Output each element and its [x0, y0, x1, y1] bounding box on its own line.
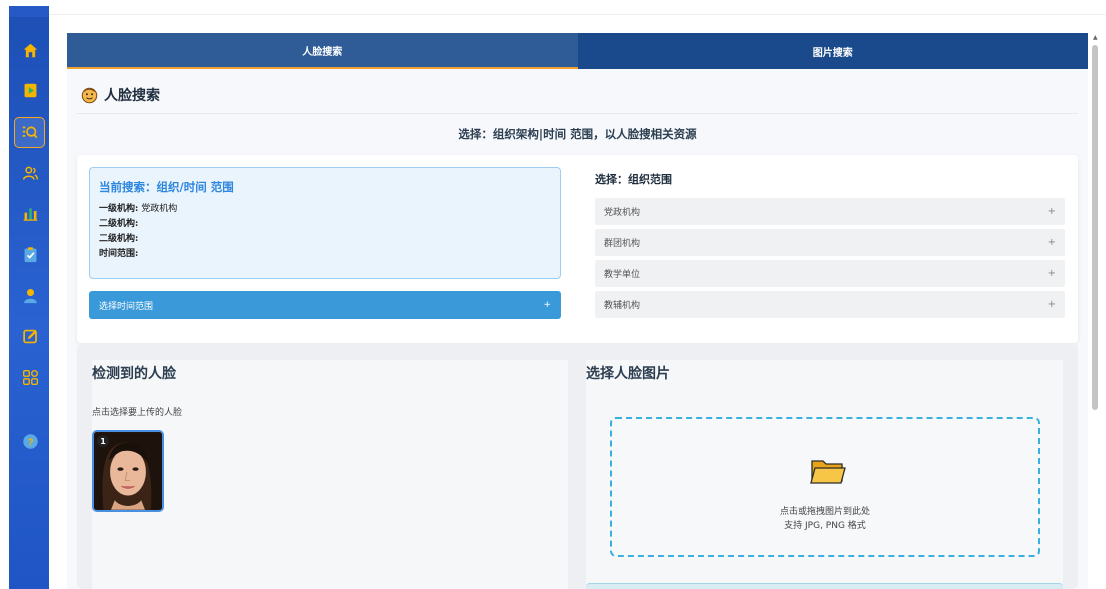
- tab-face-search[interactable]: 人脸搜索: [67, 33, 578, 69]
- tab-bar: 人脸搜索 图片搜索: [67, 33, 1088, 69]
- top-divider: [49, 14, 1106, 15]
- select-time-range-label: 选择时间范围: [99, 301, 154, 312]
- org-list: 党政机构 + 群团机构 + 教学单位 + 教辅机构 +: [595, 198, 1065, 322]
- face-upload-card: 检测到的人脸 点击选择要上传的人脸 1 选择人脸图片 点击或拖拽图片到此处 支持…: [77, 343, 1078, 589]
- user-icon[interactable]: [21, 286, 39, 304]
- current-search-title: 当前搜索：组织/时间 范围: [99, 180, 234, 194]
- help-icon[interactable]: ?: [21, 432, 39, 450]
- field-label: 时间范围:: [99, 249, 139, 259]
- bar-chart-icon[interactable]: [21, 204, 39, 222]
- select-time-range-button[interactable]: 选择时间范围 +: [89, 291, 561, 319]
- detected-faces-title: 检测到的人脸: [92, 366, 176, 382]
- page-title-text: 人脸搜索: [104, 88, 160, 104]
- svg-text:?: ?: [27, 437, 33, 448]
- current-search-box: 当前搜索：组织/时间 范围 一级机构: 党政机构 二级机构: 二级机构: 时间范…: [89, 167, 561, 279]
- field-level2-b: 二级机构:: [99, 232, 551, 247]
- expand-plus-icon: +: [1047, 268, 1056, 279]
- folder-icon: [810, 460, 846, 484]
- field-level2: 二级机构:: [99, 217, 551, 232]
- scrollbar-thumb[interactable]: [1092, 45, 1098, 410]
- video-play-icon[interactable]: [21, 81, 39, 99]
- org-item-teaching-unit[interactable]: 教学单位 +: [595, 260, 1065, 287]
- sidebar: ?: [9, 6, 49, 589]
- field-label: 一级机构:: [99, 204, 139, 214]
- dropzone-line2: 支持 JPG, PNG 格式: [784, 521, 866, 531]
- edit-icon[interactable]: [21, 327, 39, 345]
- org-select-title: 选择：组织范围: [595, 173, 672, 186]
- org-item-label: 党政机构: [604, 208, 641, 218]
- detected-faces-panel: 检测到的人脸 点击选择要上传的人脸 1: [92, 360, 568, 589]
- apps-grid-icon[interactable]: [21, 368, 39, 386]
- users-icon[interactable]: [21, 164, 39, 182]
- org-item-label: 教辅机构: [604, 301, 641, 311]
- org-item-mass-org[interactable]: 群团机构 +: [595, 229, 1065, 256]
- instruction-text: 选择：组织架构|时间 范围，以人脸搜相关资源: [458, 127, 697, 141]
- image-dropzone[interactable]: 点击或拖拽图片到此处 支持 JPG, PNG 格式: [610, 417, 1040, 557]
- field-time-range: 时间范围:: [99, 247, 551, 262]
- upload-title: 选择人脸图片: [586, 366, 670, 382]
- field-value: 党政机构: [141, 204, 178, 214]
- page-title: 人脸搜索: [81, 85, 160, 105]
- field-level1: 一级机构: 党政机构: [99, 202, 551, 217]
- org-item-teaching-support[interactable]: 教辅机构 +: [595, 291, 1065, 318]
- org-item-label: 教学单位: [604, 270, 641, 280]
- detected-faces-hint: 点击选择要上传的人脸: [92, 408, 183, 418]
- tab-image-search[interactable]: 图片搜索: [577, 33, 1088, 69]
- title-divider: [77, 113, 1078, 114]
- home-icon[interactable]: [21, 41, 39, 59]
- scroll-up-arrow-icon[interactable]: ▲: [1093, 34, 1098, 41]
- expand-plus-icon: +: [1047, 206, 1056, 217]
- org-item-party-gov[interactable]: 党政机构 +: [595, 198, 1065, 225]
- dropzone-line1: 点击或拖拽图片到此处: [779, 507, 870, 517]
- upload-panel: 选择人脸图片 点击或拖拽图片到此处 支持 JPG, PNG 格式: [586, 360, 1063, 589]
- face-index-badge: 1: [97, 435, 109, 447]
- expand-plus-icon: +: [1047, 299, 1056, 310]
- face-search-icon[interactable]: [14, 117, 45, 148]
- face-thumbnail[interactable]: 1: [92, 430, 164, 512]
- filter-card: 当前搜索：组织/时间 范围 一级机构: 党政机构 二级机构: 二级机构: 时间范…: [77, 155, 1078, 343]
- dropzone-text: 点击或拖拽图片到此处 支持 JPG, PNG 格式: [612, 505, 1038, 533]
- face-emoji-icon: [81, 87, 98, 103]
- main-panel: 人脸搜索 图片搜索 人脸搜索 选择：组织架构|时间 范围，以人脸搜相关资源 当前…: [67, 33, 1088, 589]
- field-label: 二级机构:: [99, 234, 139, 244]
- field-label: 二级机构:: [99, 219, 139, 229]
- clipboard-check-icon[interactable]: [21, 245, 39, 263]
- expand-plus-icon: +: [1047, 237, 1056, 248]
- plus-icon: +: [543, 300, 551, 310]
- org-item-label: 群团机构: [604, 239, 641, 249]
- info-strip: [586, 583, 1063, 589]
- sidebar-top-strip: [9, 6, 49, 17]
